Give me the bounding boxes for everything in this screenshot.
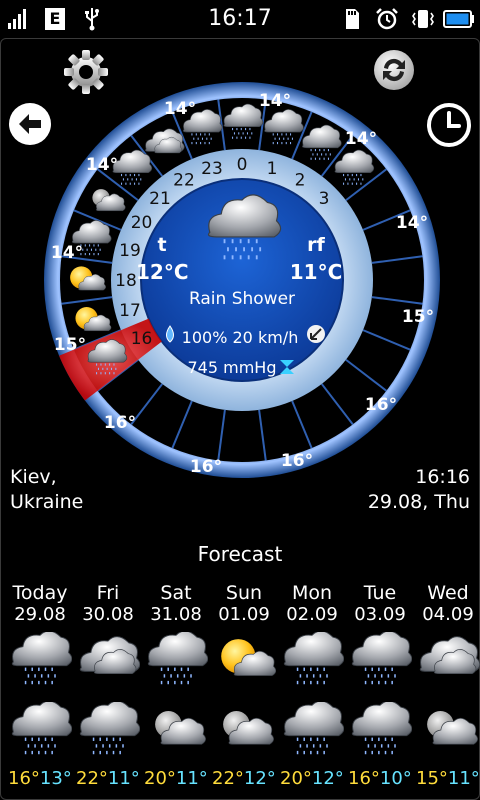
cloud-icon bbox=[416, 632, 480, 692]
forecast-low: 12° bbox=[243, 768, 276, 789]
location-city: Kiev, bbox=[10, 466, 57, 488]
dial-center-text: t 12°C rf 11°C Rain Shower 100% 20 km/h … bbox=[42, 80, 442, 480]
sd-card-icon bbox=[342, 5, 362, 33]
forecast-low: 11° bbox=[175, 768, 208, 789]
moon-cloud-icon bbox=[416, 702, 480, 762]
real-feel-temperature: 11°C bbox=[289, 260, 343, 284]
forecast-high: 22° bbox=[212, 768, 244, 789]
alarm-icon bbox=[374, 5, 400, 33]
forecast-low: 11° bbox=[447, 768, 480, 789]
forecast-day-date: 31.08 bbox=[150, 604, 202, 625]
forecast-day-date: 30.08 bbox=[82, 604, 134, 625]
forecast-day-date: 29.08 bbox=[14, 604, 66, 625]
hourly-dial[interactable]: 14° 14° 14° 14° 15° 16° 16° 16° 16° 15° 14° 14° 012… bbox=[42, 80, 442, 480]
moon-cloud-icon bbox=[212, 702, 276, 762]
pressure-text: 745 mmHg bbox=[187, 358, 277, 377]
current-temperature: 12°C bbox=[136, 260, 189, 284]
rain-cloud-icon bbox=[280, 630, 345, 692]
forecast-day[interactable]: Sat 31.08 bbox=[142, 582, 210, 626]
cloud-icon bbox=[76, 632, 141, 692]
forecast-day[interactable]: Wed 04.09 bbox=[414, 582, 480, 626]
forecast-day-name: Sat bbox=[160, 582, 192, 604]
moon-cloud-icon bbox=[144, 702, 208, 762]
forecast-day[interactable]: Mon 02.09 bbox=[278, 582, 346, 626]
rain-cloud-icon bbox=[348, 630, 413, 692]
rain-cloud-icon bbox=[280, 700, 345, 762]
forecast-temps: 15°11° bbox=[416, 768, 480, 789]
forecast-day-date: 02.09 bbox=[286, 604, 338, 625]
forecast-day-date: 01.09 bbox=[218, 604, 270, 625]
location-country: Ukraine bbox=[10, 491, 84, 513]
temperature-label: t bbox=[157, 234, 167, 256]
forecast-high: 15° bbox=[416, 768, 448, 789]
forecast-temps: 20°11° bbox=[144, 768, 208, 789]
forecast-low: 10° bbox=[379, 768, 412, 789]
status-time: 16:17 bbox=[208, 6, 272, 31]
location: Kiev, Ukraine bbox=[10, 465, 130, 515]
humidity-wind-text: 100% 20 km/h bbox=[181, 328, 299, 347]
current-datetime: 16:16 29.08, Thu bbox=[340, 465, 470, 515]
weather-app-screen: E 16:17 14° 14° 14° 14° 15° 16° 16° 16° … bbox=[0, 0, 480, 800]
forecast-day-name: Wed bbox=[427, 582, 469, 604]
forecast-day-name: Mon bbox=[291, 582, 333, 604]
forecast-day-date: 03.09 bbox=[354, 604, 406, 625]
forecast-day-name: Today bbox=[12, 582, 68, 604]
forecast-high: 16° bbox=[8, 768, 40, 789]
vibrate-icon bbox=[410, 5, 436, 33]
battery-icon bbox=[442, 5, 476, 33]
real-feel-label: rf bbox=[307, 234, 325, 256]
forecast-high: 20° bbox=[144, 768, 176, 789]
forecast-day[interactable]: Today 29.08 bbox=[6, 582, 74, 626]
forecast-title: Forecast bbox=[197, 542, 283, 566]
rain-cloud-icon bbox=[8, 630, 73, 692]
forecast-temps: 22°12° bbox=[212, 768, 276, 789]
forecast-temps: 16°13° bbox=[8, 768, 72, 789]
forecast-temps: 20°12° bbox=[280, 768, 344, 789]
current-time: 16:16 bbox=[415, 466, 470, 488]
condition-text: Rain Shower bbox=[188, 289, 296, 309]
status-bar: E 16:17 bbox=[0, 0, 480, 38]
forecast-low: 13° bbox=[39, 768, 72, 789]
forecast-day[interactable]: Tue 03.09 bbox=[346, 582, 414, 626]
forecast-high: 20° bbox=[280, 768, 312, 789]
rain-cloud-icon bbox=[8, 700, 73, 762]
forecast-day-name: Tue bbox=[363, 582, 397, 604]
rain-cloud-icon bbox=[76, 700, 141, 762]
forecast-low: 12° bbox=[311, 768, 344, 789]
forecast-low: 11° bbox=[107, 768, 140, 789]
current-date: 29.08, Thu bbox=[367, 491, 470, 513]
forecast-day[interactable]: Sun 01.09 bbox=[210, 582, 278, 626]
forecast-day-name: Sun bbox=[225, 582, 263, 604]
forecast-day-name: Fri bbox=[96, 582, 120, 604]
forecast-high: 22° bbox=[76, 768, 108, 789]
forecast-temps: 16°10° bbox=[348, 768, 412, 789]
forecast-day[interactable]: Fri 30.08 bbox=[74, 582, 142, 626]
forecast-day-date: 04.09 bbox=[422, 604, 474, 625]
rain-cloud-icon bbox=[144, 630, 209, 692]
forecast-high: 16° bbox=[348, 768, 380, 789]
forecast-temps: 22°11° bbox=[76, 768, 140, 789]
rain-cloud-icon bbox=[348, 700, 413, 762]
sun-cloud-icon bbox=[212, 632, 277, 692]
